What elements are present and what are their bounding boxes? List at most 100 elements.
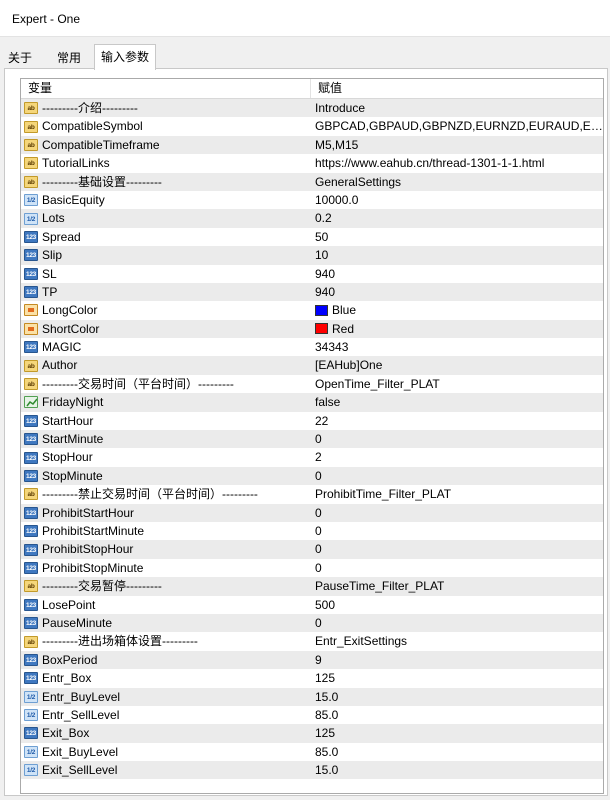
parameter-value-cell[interactable]: 0.2 [311, 209, 603, 227]
parameter-name-cell: 123 ProhibitStartMinute [21, 522, 311, 540]
parameter-value-cell[interactable]: OpenTime_Filter_PLAT [311, 375, 603, 393]
parameter-value-cell[interactable]: 9 [311, 651, 603, 669]
column-header-value[interactable]: 赋值 [311, 79, 342, 98]
tab-inputs[interactable]: 输入参数 [94, 44, 156, 70]
parameter-row[interactable]: ab CompatibleTimeframe M5,M15 [21, 135, 603, 155]
parameter-value-cell[interactable]: ProhibitTime_Filter_PLAT [311, 485, 603, 503]
parameter-row[interactable]: ab ---------禁止交易时间（平台时间）--------- Prohibit… [21, 485, 603, 504]
parameter-row[interactable]: 123 StartHour 22 [21, 411, 603, 431]
parameter-row[interactable]: 123 ProhibitStartMinute 0 [21, 521, 603, 541]
parameter-value-cell[interactable]: 85.0 [311, 743, 603, 761]
parameter-row[interactable]: 123 Entr_Box 125 [21, 669, 603, 688]
parameter-row[interactable]: ab ---------基础设置--------- GeneralSettings [21, 172, 603, 191]
parameter-row[interactable]: 1/2 Entr_BuyLevel 15.0 [21, 687, 603, 706]
parameter-row[interactable]: FridayNight false [21, 393, 603, 412]
parameter-name: LongColor [42, 303, 98, 318]
parameter-row[interactable]: 1/2 Entr_SellLevel 85.0 [21, 705, 603, 725]
parameter-value-cell[interactable]: 0 [311, 504, 603, 522]
parameter-value-cell[interactable]: 0 [311, 522, 603, 540]
parameter-row[interactable]: ShortColor Red [21, 319, 603, 339]
parameter-value-cell[interactable]: 125 [311, 724, 603, 742]
integer-type-icon: 123 [24, 561, 38, 574]
parameter-row[interactable]: 123 MAGIC 34343 [21, 338, 603, 357]
parameter-value-cell[interactable]: Entr_ExitSettings [311, 632, 603, 650]
parameter-row[interactable]: 123 ProhibitStopMinute 0 [21, 558, 603, 578]
parameter-row[interactable]: 123 StopHour 2 [21, 448, 603, 467]
parameter-row[interactable]: ab ---------交易暂停--------- PauseTime_Filter… [21, 577, 603, 596]
parameter-name: ---------交易时间（平台时间）--------- [42, 376, 234, 391]
parameter-row[interactable]: ab ---------介绍--------- Introduce [21, 99, 603, 118]
parameter-value-cell[interactable]: 15.0 [311, 761, 603, 779]
parameter-value-cell[interactable]: 0 [311, 467, 603, 485]
parameter-value: false [315, 395, 341, 410]
parameter-value-cell[interactable]: 0 [311, 540, 603, 558]
parameter-value-cell[interactable]: 34343 [311, 338, 603, 356]
parameter-value-cell[interactable]: 500 [311, 596, 603, 614]
parameter-row[interactable]: 123 SL 940 [21, 264, 603, 283]
parameter-value: 22 [315, 413, 329, 428]
parameter-row[interactable]: 123 Spread 50 [21, 227, 603, 247]
parameter-value-cell[interactable]: M5,M15 [311, 136, 603, 154]
parameter-row[interactable]: ab ---------进出场箱体设置--------- Entr_ExitSett… [21, 632, 603, 651]
parameter-value-cell[interactable]: https://www.eahub.cn/thread-1301-1-1.htm… [311, 154, 603, 172]
parameter-name-cell: 123 ProhibitStartHour [21, 504, 311, 522]
tab-about[interactable]: 关于 [6, 48, 34, 68]
parameter-value-cell[interactable]: 0 [311, 559, 603, 577]
parameter-value-cell[interactable]: 50 [311, 228, 603, 246]
integer-type-icon: 123 [24, 267, 38, 280]
parameter-value-cell[interactable]: false [311, 393, 603, 411]
parameter-value-cell[interactable]: 2 [311, 448, 603, 466]
parameter-value-cell[interactable]: 125 [311, 669, 603, 687]
parameter-row[interactable]: 123 StartMinute 0 [21, 430, 603, 449]
parameter-row[interactable]: 123 LosePoint 500 [21, 595, 603, 614]
parameter-value-cell[interactable]: 10 [311, 246, 603, 264]
parameter-value-cell[interactable]: 85.0 [311, 706, 603, 724]
parameter-name-cell: 123 StartMinute [21, 430, 311, 448]
parameter-name: StopHour [42, 450, 93, 465]
parameter-row[interactable]: ab CompatibleSymbol GBPCAD,GBPAUD,GBPNZD,E… [21, 117, 603, 136]
parameter-row[interactable]: 123 Slip 10 [21, 246, 603, 265]
parameter-value-cell[interactable]: 22 [311, 412, 603, 430]
window-title: Expert - One [12, 12, 81, 26]
parameter-row[interactable]: 123 StopMinute 0 [21, 466, 603, 486]
parameter-name-cell: 123 TP [21, 283, 311, 301]
parameter-row[interactable]: 1/2 Exit_BuyLevel 85.0 [21, 742, 603, 762]
parameter-row[interactable]: 123 ProhibitStartHour 0 [21, 503, 603, 522]
parameter-value-cell[interactable]: Red [311, 320, 603, 338]
parameter-value-cell[interactable]: 10000.0 [311, 191, 603, 209]
parameter-value: 85.0 [315, 744, 339, 759]
parameter-name: SL [42, 266, 57, 281]
parameter-value-cell[interactable]: 15.0 [311, 688, 603, 706]
parameter-row[interactable]: 1/2 BasicEquity 10000.0 [21, 190, 603, 210]
parameter-row[interactable]: 123 Exit_Box 125 [21, 724, 603, 743]
parameter-value-cell[interactable]: 0 [311, 430, 603, 448]
parameter-value-cell[interactable]: 940 [311, 265, 603, 283]
parameter-name-cell: 123 LosePoint [21, 596, 311, 614]
parameter-value-cell[interactable]: Blue [311, 301, 603, 319]
parameter-row[interactable]: LongColor Blue [21, 301, 603, 320]
parameter-value-cell[interactable]: [EAHub]One [311, 356, 603, 374]
tab-common[interactable]: 常用 [52, 48, 86, 68]
string-type-icon: ab [24, 157, 38, 170]
parameter-value: 10000.0 [315, 192, 359, 207]
parameter-row[interactable]: 123 BoxPeriod 9 [21, 650, 603, 670]
parameter-row[interactable]: 123 TP 940 [21, 282, 603, 302]
parameter-row[interactable]: 1/2 Lots 0.2 [21, 209, 603, 228]
parameter-value-cell[interactable]: 940 [311, 283, 603, 301]
parameter-row[interactable]: 1/2 Exit_SellLevel 15.0 [21, 761, 603, 780]
parameter-row[interactable]: ab TutorialLinks https://www.eahub.cn/thre… [21, 154, 603, 173]
parameter-name: CompatibleSymbol [42, 119, 143, 134]
parameter-value-cell[interactable]: GeneralSettings [311, 173, 603, 191]
parameter-value-cell[interactable]: 0 [311, 614, 603, 632]
parameter-value-cell[interactable]: Introduce [311, 99, 603, 117]
color-swatch [315, 304, 328, 316]
parameter-value-cell[interactable]: PauseTime_Filter_PLAT [311, 577, 603, 595]
parameter-row[interactable]: ab Author [EAHub]One [21, 356, 603, 375]
grid-rows: ab ---------介绍--------- Introduce ab Compati… [21, 99, 603, 780]
parameter-name: Lots [42, 211, 65, 226]
parameter-row[interactable]: 123 PauseMinute 0 [21, 613, 603, 633]
column-header-variable[interactable]: 变量 [21, 79, 311, 98]
parameter-row[interactable]: 123 ProhibitStopHour 0 [21, 540, 603, 559]
parameter-row[interactable]: ab ---------交易时间（平台时间）--------- OpenTime_F… [21, 374, 603, 394]
parameter-value-cell[interactable]: GBPCAD,GBPAUD,GBPNZD,EURNZD,EURAUD,EURCA… [311, 117, 603, 135]
